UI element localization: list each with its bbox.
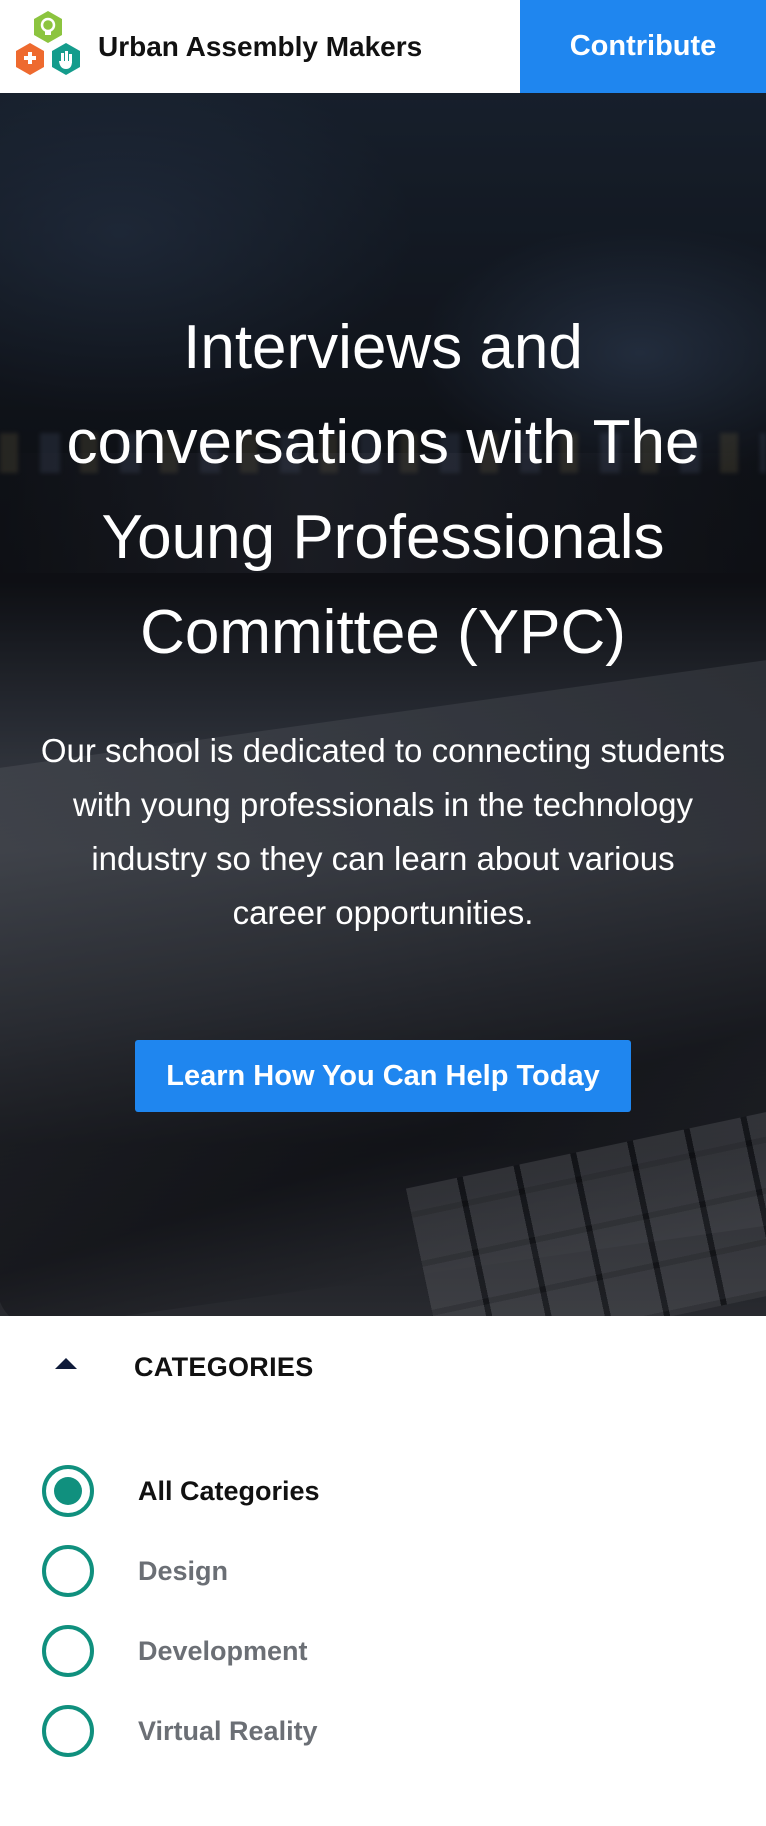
categories-toggle[interactable]: CATEGORIES [0, 1316, 766, 1420]
category-label: Development [138, 1636, 308, 1666]
hexagon-logo-icon [16, 10, 80, 75]
category-option-design[interactable]: Design [0, 1536, 766, 1616]
category-option-all[interactable]: All Categories [0, 1456, 766, 1536]
radio-unselected-icon[interactable] [42, 1625, 94, 1677]
category-label: Design [138, 1556, 229, 1586]
category-list: All Categories Design Development Virtua… [0, 1456, 766, 1776]
category-option-development[interactable]: Development [0, 1616, 766, 1696]
hero-overlay [0, 93, 766, 1316]
category-option-virtual-reality[interactable]: Virtual Reality [0, 1696, 766, 1776]
brand-link[interactable]: Urban Assembly Makers [0, 0, 422, 93]
radio-unselected-icon[interactable] [42, 1545, 94, 1597]
radio-selected-icon[interactable] [42, 1465, 94, 1517]
learn-how-button[interactable]: Learn How You Can Help Today [135, 1040, 631, 1112]
category-label: All Categories [138, 1476, 320, 1506]
caret-up-icon [55, 1358, 77, 1369]
categories-filter: CATEGORIES All Categories Design Develop… [0, 1316, 766, 1826]
hero-description: Our school is dedicated to connecting st… [40, 732, 726, 931]
top-navigation-bar: Urban Assembly Makers Contribute [0, 0, 766, 93]
contribute-button[interactable]: Contribute [520, 0, 766, 93]
radio-unselected-icon[interactable] [42, 1705, 94, 1757]
hero-section: Interviews and conversations with The Yo… [0, 93, 766, 1316]
category-label: Virtual Reality [138, 1716, 318, 1746]
brand-name: Urban Assembly Makers [98, 30, 423, 62]
hero-title: Interviews and conversations with The Yo… [66, 313, 700, 667]
categories-title: CATEGORIES [134, 1352, 314, 1382]
